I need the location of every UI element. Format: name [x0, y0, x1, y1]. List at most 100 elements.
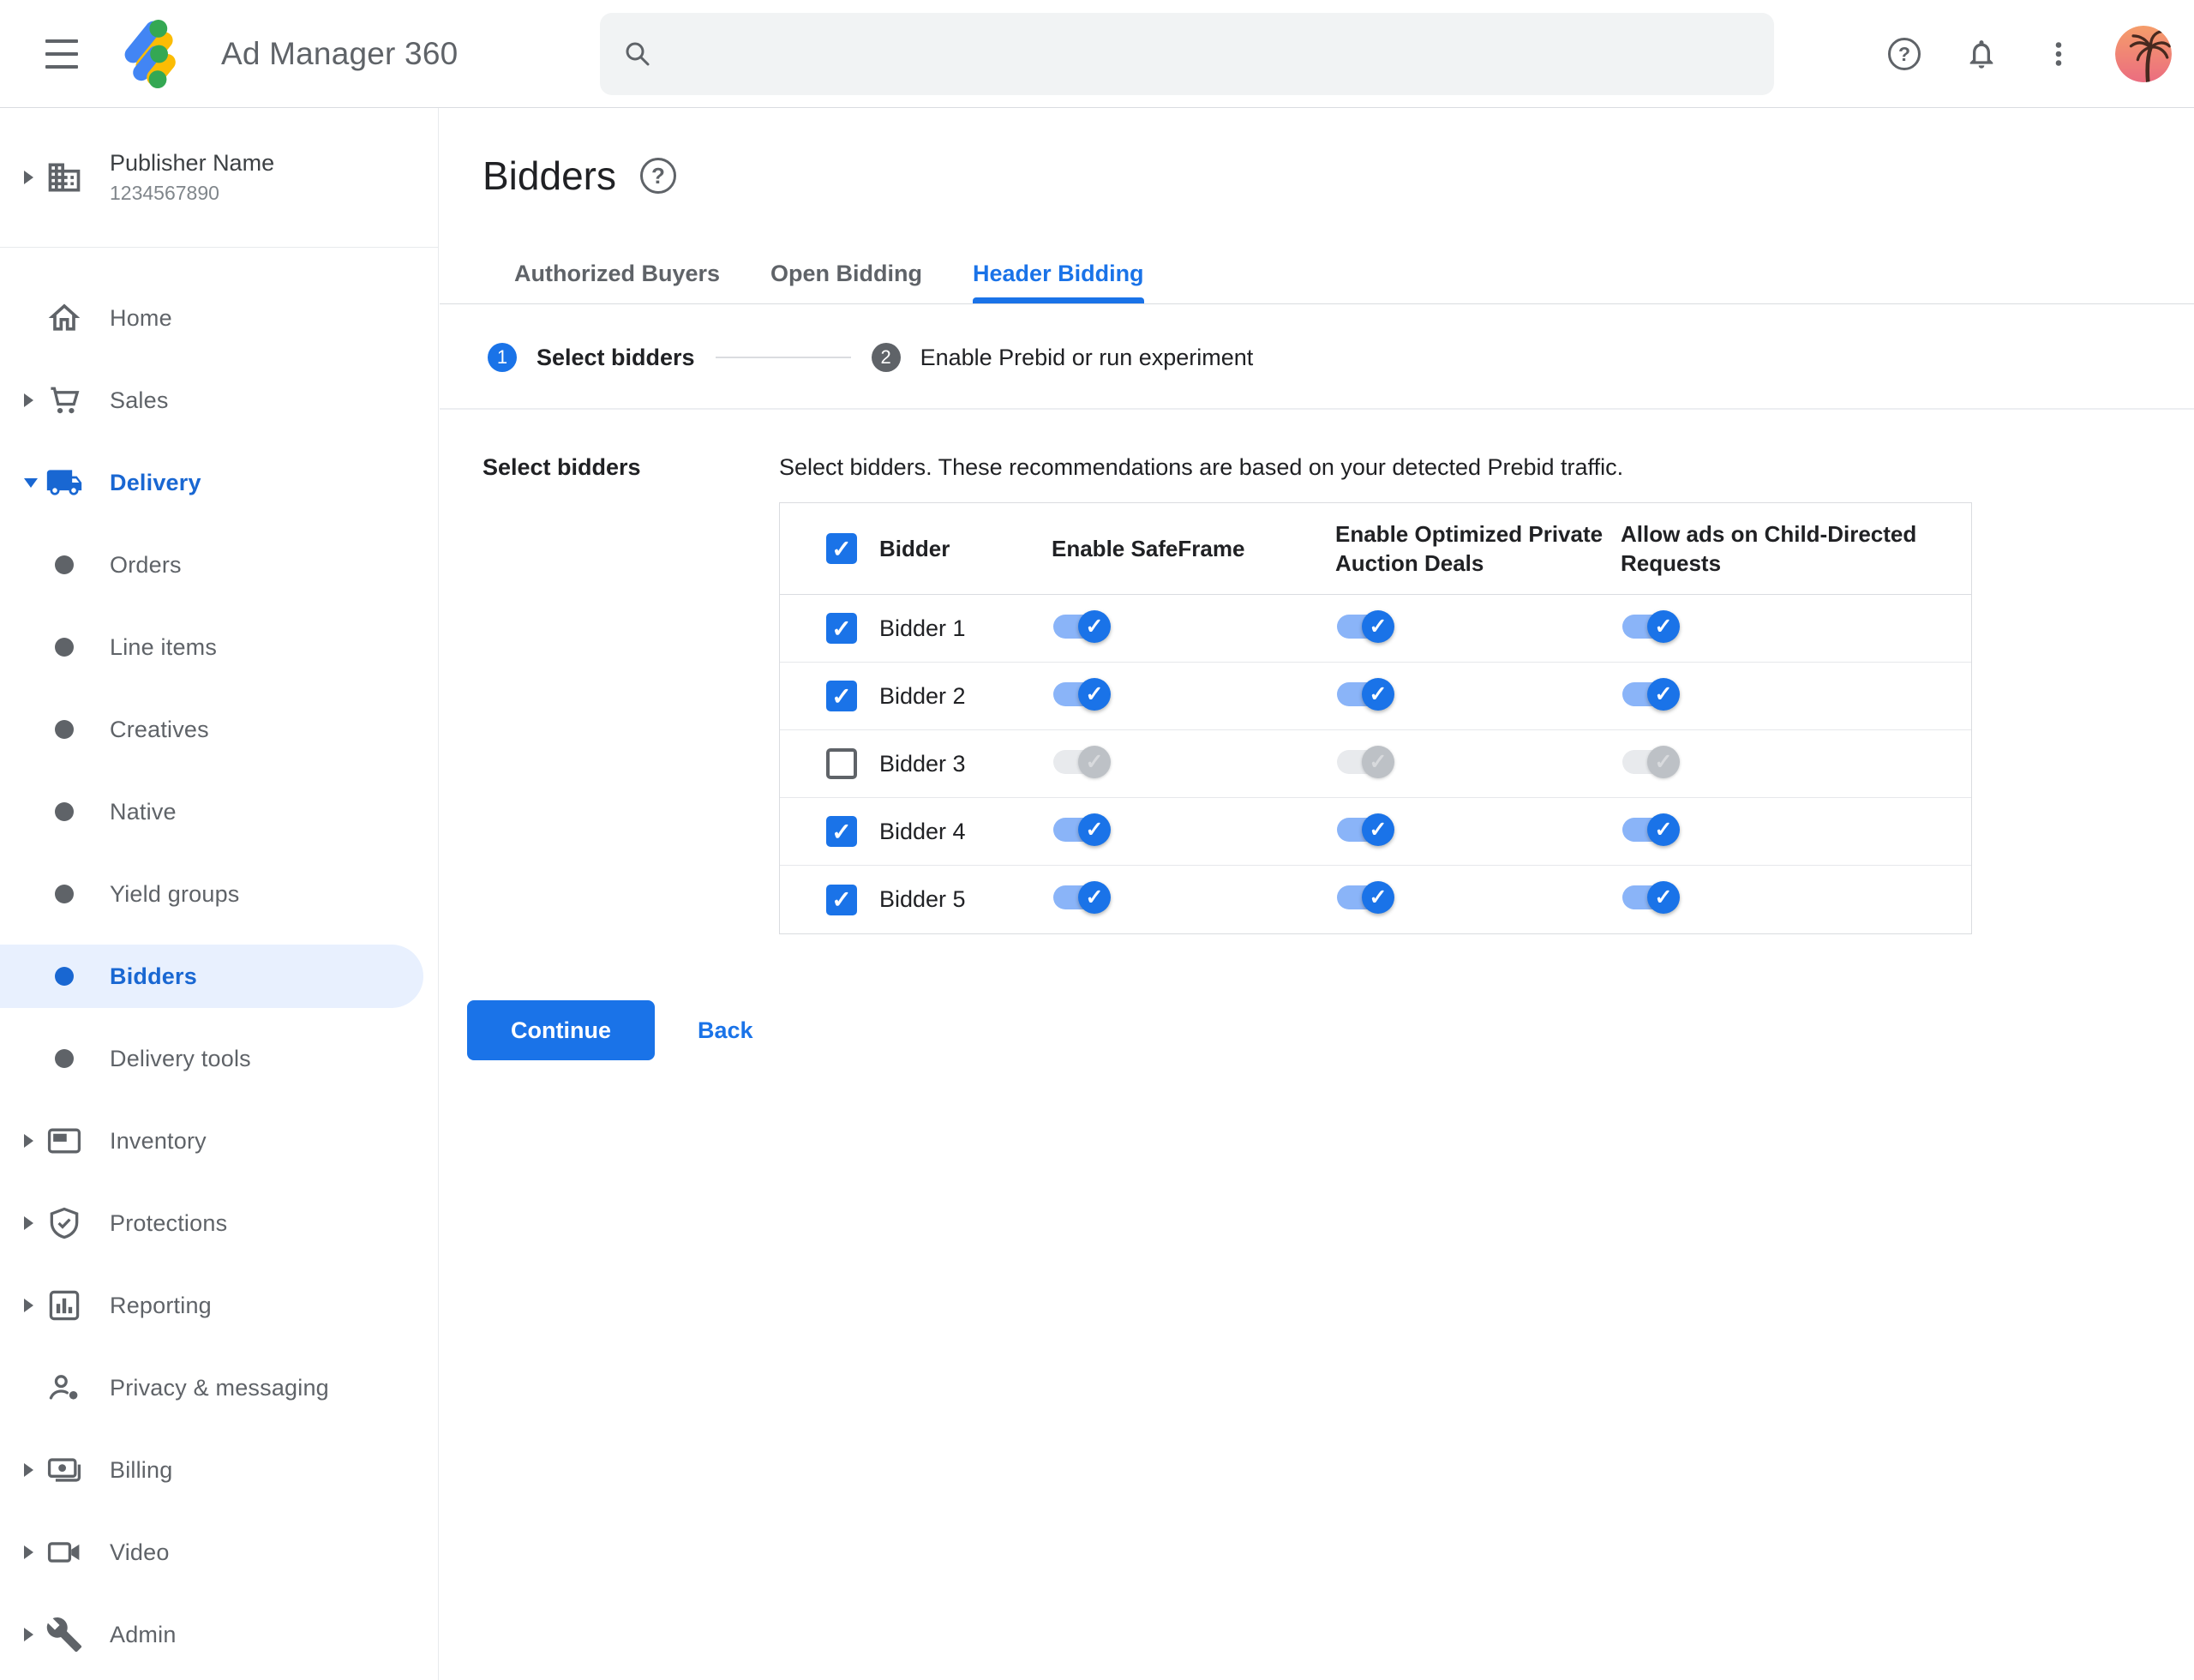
- toggle-thumb: [1647, 677, 1680, 711]
- table-row: Bidder 3: [780, 730, 1971, 798]
- sidebar-item-bidders[interactable]: Bidders: [0, 945, 423, 1008]
- search-input[interactable]: [674, 40, 1752, 68]
- bullet-icon: [55, 802, 74, 821]
- shield-check-icon: [45, 1203, 84, 1243]
- step-number-badge: 2: [871, 343, 901, 372]
- sidebar-item-home[interactable]: Home: [0, 277, 438, 359]
- main-content: Bidders ? Authorized Buyers Open Bidding…: [440, 108, 2194, 1680]
- tab-bar: Authorized Buyers Open Bidding Header Bi…: [514, 254, 1144, 303]
- column-header-safeframe: Enable SafeFrame: [1052, 536, 1245, 561]
- form-actions: Continue Back: [467, 1000, 753, 1060]
- toggle-thumb: [1647, 813, 1680, 846]
- sidebar-item-native[interactable]: Native: [0, 771, 438, 853]
- cart-icon: [45, 381, 84, 420]
- bar-chart-icon: [45, 1286, 84, 1325]
- publisher-selector[interactable]: Publisher Name 1234567890: [0, 108, 438, 248]
- safeframe-toggle[interactable]: [1053, 881, 1111, 914]
- notifications-button[interactable]: [1961, 33, 2002, 75]
- table-row: Bidder 1: [780, 595, 1971, 663]
- toggle-thumb: [1078, 609, 1111, 643]
- safeframe-toggle[interactable]: [1053, 677, 1111, 711]
- bidder-name: Bidder 5: [879, 886, 966, 912]
- bullet-icon: [55, 967, 74, 986]
- optimized-deals-toggle[interactable]: [1337, 677, 1394, 711]
- bidder-checkbox[interactable]: [826, 748, 857, 779]
- optimized-deals-toggle[interactable]: [1337, 813, 1394, 846]
- sidebar-item-privacy-messaging[interactable]: Privacy & messaging: [0, 1347, 438, 1429]
- sidebar-item-inventory[interactable]: Inventory: [0, 1100, 438, 1182]
- toggle-thumb: [1362, 677, 1394, 711]
- three-dot-menu-icon: [2055, 42, 2062, 66]
- column-header-child-directed: Allow ads on Child-Directed Requests: [1621, 521, 1917, 576]
- avatar[interactable]: [2115, 26, 2172, 82]
- toggle-thumb: [1362, 881, 1394, 914]
- section-description: Select bidders. These recommendations ar…: [779, 454, 1624, 480]
- sidebar-item-orders[interactable]: Orders: [0, 524, 438, 606]
- sidebar-item-protections[interactable]: Protections: [0, 1182, 438, 1264]
- sidebar-item-delivery[interactable]: Delivery: [0, 441, 438, 524]
- video-camera-icon: [45, 1533, 84, 1572]
- table-row: Bidder 2: [780, 663, 1971, 730]
- sidebar-item-yield-groups[interactable]: Yield groups: [0, 853, 438, 935]
- section-label: Select bidders: [483, 454, 641, 480]
- continue-button[interactable]: Continue: [467, 1000, 655, 1060]
- sidebar-item-billing[interactable]: Billing: [0, 1429, 438, 1511]
- sidebar-item-delivery-tools[interactable]: Delivery tools: [0, 1017, 438, 1100]
- search-icon: [626, 42, 650, 66]
- step-1-select-bidders[interactable]: 1 Select bidders: [488, 343, 695, 372]
- divider: [440, 303, 2194, 304]
- sidebar-item-creatives[interactable]: Creatives: [0, 688, 438, 771]
- sidebar-item-sales[interactable]: Sales: [0, 359, 438, 441]
- child-directed-toggle[interactable]: [1622, 745, 1680, 778]
- bidder-checkbox[interactable]: [826, 884, 857, 915]
- topbar-actions: ?: [1884, 0, 2172, 108]
- child-directed-toggle[interactable]: [1622, 609, 1680, 643]
- toggle-thumb: [1647, 881, 1680, 914]
- search-bar[interactable]: [600, 13, 1774, 95]
- sidebar-item-admin[interactable]: Admin: [0, 1593, 438, 1676]
- child-directed-toggle[interactable]: [1622, 881, 1680, 914]
- safeframe-toggle[interactable]: [1053, 745, 1111, 778]
- step-connector: [715, 357, 851, 358]
- sidebar-item-video[interactable]: Video: [0, 1511, 438, 1593]
- expander-icon: [24, 1545, 33, 1559]
- bidder-checkbox[interactable]: [826, 681, 857, 711]
- expander-icon: [24, 1628, 33, 1641]
- help-button[interactable]: ?: [1884, 33, 1925, 75]
- publisher-name: Publisher Name: [110, 150, 275, 176]
- step-2-enable-prebid[interactable]: 2 Enable Prebid or run experiment: [871, 343, 1253, 372]
- bidder-checkbox[interactable]: [826, 613, 857, 644]
- publisher-id: 1234567890: [110, 182, 219, 204]
- optimized-deals-toggle[interactable]: [1337, 745, 1394, 778]
- tab-header-bidding[interactable]: Header Bidding: [973, 254, 1144, 303]
- ad-manager-screen: Ad Manager 360 ? Publisher Name 12345678…: [0, 0, 2194, 1680]
- bell-icon: [1969, 40, 1993, 69]
- expander-icon: [24, 477, 38, 488]
- toggle-thumb: [1647, 609, 1680, 643]
- child-directed-toggle[interactable]: [1622, 813, 1680, 846]
- menu-icon[interactable]: [45, 39, 78, 69]
- toggle-thumb: [1078, 813, 1111, 846]
- more-options-button[interactable]: [2038, 33, 2079, 75]
- toggle-thumb: [1362, 813, 1394, 846]
- expander-icon: [24, 393, 33, 407]
- back-button[interactable]: Back: [698, 1017, 753, 1044]
- page-help-icon[interactable]: ?: [639, 158, 676, 194]
- safeframe-toggle[interactable]: [1053, 609, 1111, 643]
- bidder-checkbox[interactable]: [826, 816, 857, 847]
- expander-icon: [24, 1463, 33, 1477]
- optimized-deals-toggle[interactable]: [1337, 881, 1394, 914]
- bidder-name: Bidder 1: [879, 615, 966, 641]
- optimized-deals-toggle[interactable]: [1337, 609, 1394, 643]
- toggle-thumb: [1362, 745, 1394, 778]
- sidebar-item-line-items[interactable]: Line items: [0, 606, 438, 688]
- select-all-checkbox[interactable]: [826, 533, 857, 564]
- child-directed-toggle[interactable]: [1622, 677, 1680, 711]
- top-bar: Ad Manager 360 ?: [0, 0, 2194, 108]
- sidebar-item-reporting[interactable]: Reporting: [0, 1264, 438, 1347]
- tab-open-bidding[interactable]: Open Bidding: [770, 254, 922, 303]
- step-number-badge: 1: [488, 343, 517, 372]
- building-icon: [45, 158, 84, 197]
- tab-authorized-buyers[interactable]: Authorized Buyers: [514, 254, 720, 303]
- safeframe-toggle[interactable]: [1053, 813, 1111, 846]
